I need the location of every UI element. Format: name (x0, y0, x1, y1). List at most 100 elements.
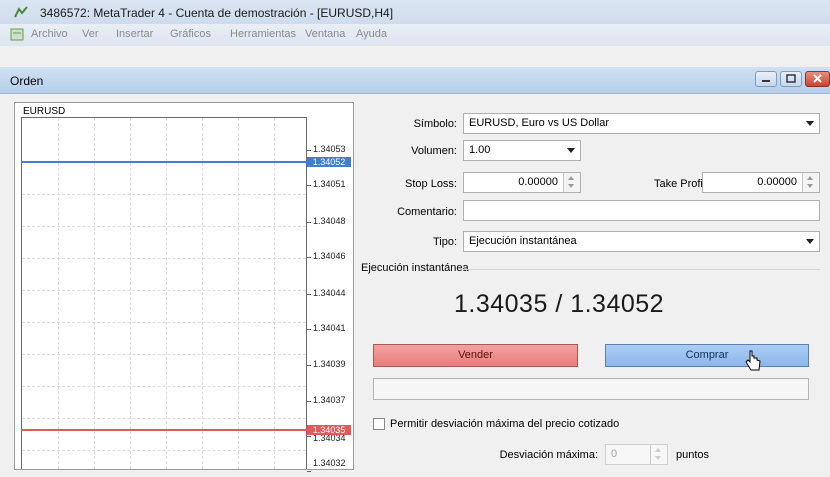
menu-bar: Archivo Ver Insertar Gráficos Herramient… (0, 24, 830, 46)
stoploss-value: 0.00000 (518, 176, 558, 188)
grid-line (22, 450, 306, 451)
bid-ask-quote: 1.34035 / 1.34052 (454, 290, 665, 318)
grid-line (130, 118, 131, 469)
stoploss-label: Stop Loss: (405, 178, 457, 190)
spin-up-icon (655, 448, 661, 452)
chart-plot-area (21, 117, 307, 469)
price-label: 1.34041 (313, 323, 346, 333)
grid-line (22, 226, 306, 227)
price-tick (307, 329, 311, 330)
symbol-select[interactable]: EURUSD, Euro vs US Dollar (463, 113, 820, 134)
price-tick (307, 294, 311, 295)
takeprofit-spinner[interactable] (802, 173, 819, 192)
execution-group-label: Ejecución instantánea (361, 262, 469, 274)
grid-line (94, 118, 95, 469)
price-label: 1.34039 (313, 359, 346, 369)
type-select[interactable]: Ejecución instantánea (463, 231, 820, 252)
order-status-bar (373, 378, 809, 400)
max-deviation-input[interactable]: 0 (605, 444, 668, 465)
document-icon[interactable] (10, 28, 24, 41)
hand-cursor-icon (745, 350, 761, 371)
volume-value: 1.00 (469, 144, 491, 156)
chart-symbol-label: EURUSD (23, 106, 66, 117)
bid-price-tag: 1.34035 (307, 425, 351, 435)
minimize-icon (762, 80, 770, 82)
grid-line (22, 418, 306, 419)
deviation-checkbox-label: Permitir desviación máxima del precio co… (390, 418, 620, 430)
volume-select[interactable]: 1.00 (463, 140, 581, 161)
takeprofit-value: 0.00000 (757, 176, 797, 188)
sell-button[interactable]: Vender (373, 344, 578, 367)
stoploss-input[interactable]: 0.00000 (463, 172, 581, 193)
type-value: Ejecución instantánea (469, 235, 577, 247)
chevron-down-icon (806, 121, 814, 126)
grid-line (22, 290, 306, 291)
chevron-down-icon (567, 148, 575, 153)
max-deviation-value: 0 (611, 448, 618, 460)
buy-button-label: Comprar (685, 349, 729, 361)
title-bar: 3486572: MetaTrader 4 - Cuenta de demost… (0, 0, 830, 24)
symbol-value: EURUSD, Euro vs US Dollar (469, 117, 609, 129)
grid-line (22, 386, 306, 387)
price-label: 1.34051 (313, 179, 346, 189)
price-label: 1.34053 (313, 144, 346, 154)
metatrader-icon (14, 6, 28, 18)
price-tick (307, 222, 311, 223)
type-label: Tipo: (432, 236, 457, 248)
menu-charts[interactable]: Gráficos (170, 28, 211, 40)
chevron-down-icon (806, 239, 814, 244)
price-tick (307, 471, 311, 472)
comment-input[interactable] (463, 200, 820, 221)
group-divider (463, 269, 820, 270)
comment-label: Comentario: (397, 206, 457, 218)
menu-file[interactable]: Archivo (31, 28, 68, 40)
spin-down-icon (807, 184, 813, 188)
window-title: 3486572: MetaTrader 4 - Cuenta de demost… (40, 6, 394, 20)
close-button[interactable] (805, 71, 830, 87)
close-icon (813, 74, 822, 83)
price-tick (307, 257, 311, 258)
stoploss-spinner[interactable] (563, 173, 580, 192)
grid-line (166, 118, 167, 469)
spin-down-icon (568, 184, 574, 188)
price-tick (307, 365, 311, 366)
minimize-button[interactable] (755, 71, 777, 87)
price-label: 1.34037 (313, 395, 346, 405)
price-tick (307, 185, 311, 186)
grid-line (22, 354, 306, 355)
price-label: 1.34032 (313, 458, 346, 468)
price-tick (307, 436, 311, 437)
maximize-button[interactable] (780, 71, 802, 87)
grid-line (22, 258, 306, 259)
bid-price-line (21, 429, 307, 431)
menu-help[interactable]: Ayuda (356, 28, 387, 40)
ask-price-tag: 1.34052 (307, 157, 351, 167)
dialog-title: Orden (10, 74, 44, 88)
maximize-icon (786, 74, 796, 83)
grid-line (22, 322, 306, 323)
tick-chart: EURUSD 1.34053 1.34051 1.34048 1.34046 1… (14, 102, 354, 472)
menu-tools[interactable]: Herramientas (230, 28, 296, 40)
points-label: puntos (676, 449, 710, 461)
dialog-header: Orden (0, 67, 830, 94)
deviation-checkbox[interactable] (373, 418, 385, 430)
spin-down-icon (655, 456, 661, 460)
max-deviation-spinner[interactable] (650, 445, 667, 464)
grid-line (238, 118, 239, 469)
spin-up-icon (807, 176, 813, 180)
grid-line (202, 118, 203, 469)
takeprofit-input[interactable]: 0.00000 (702, 172, 820, 193)
price-tick (307, 401, 311, 402)
menu-view[interactable]: Ver (82, 28, 99, 40)
symbol-label: Símbolo: (413, 118, 457, 130)
price-label: 1.34044 (313, 288, 346, 298)
max-deviation-label: Desviación máxima: (499, 449, 598, 461)
buy-button[interactable]: Comprar (605, 344, 809, 367)
takeprofit-label: Take Profit: (653, 178, 709, 190)
volume-label: Volumen: (411, 145, 457, 157)
grid-line (22, 194, 306, 195)
grid-line (274, 118, 275, 469)
spin-up-icon (568, 176, 574, 180)
menu-window[interactable]: Ventana (305, 28, 345, 40)
menu-insert[interactable]: Insertar (116, 28, 153, 40)
